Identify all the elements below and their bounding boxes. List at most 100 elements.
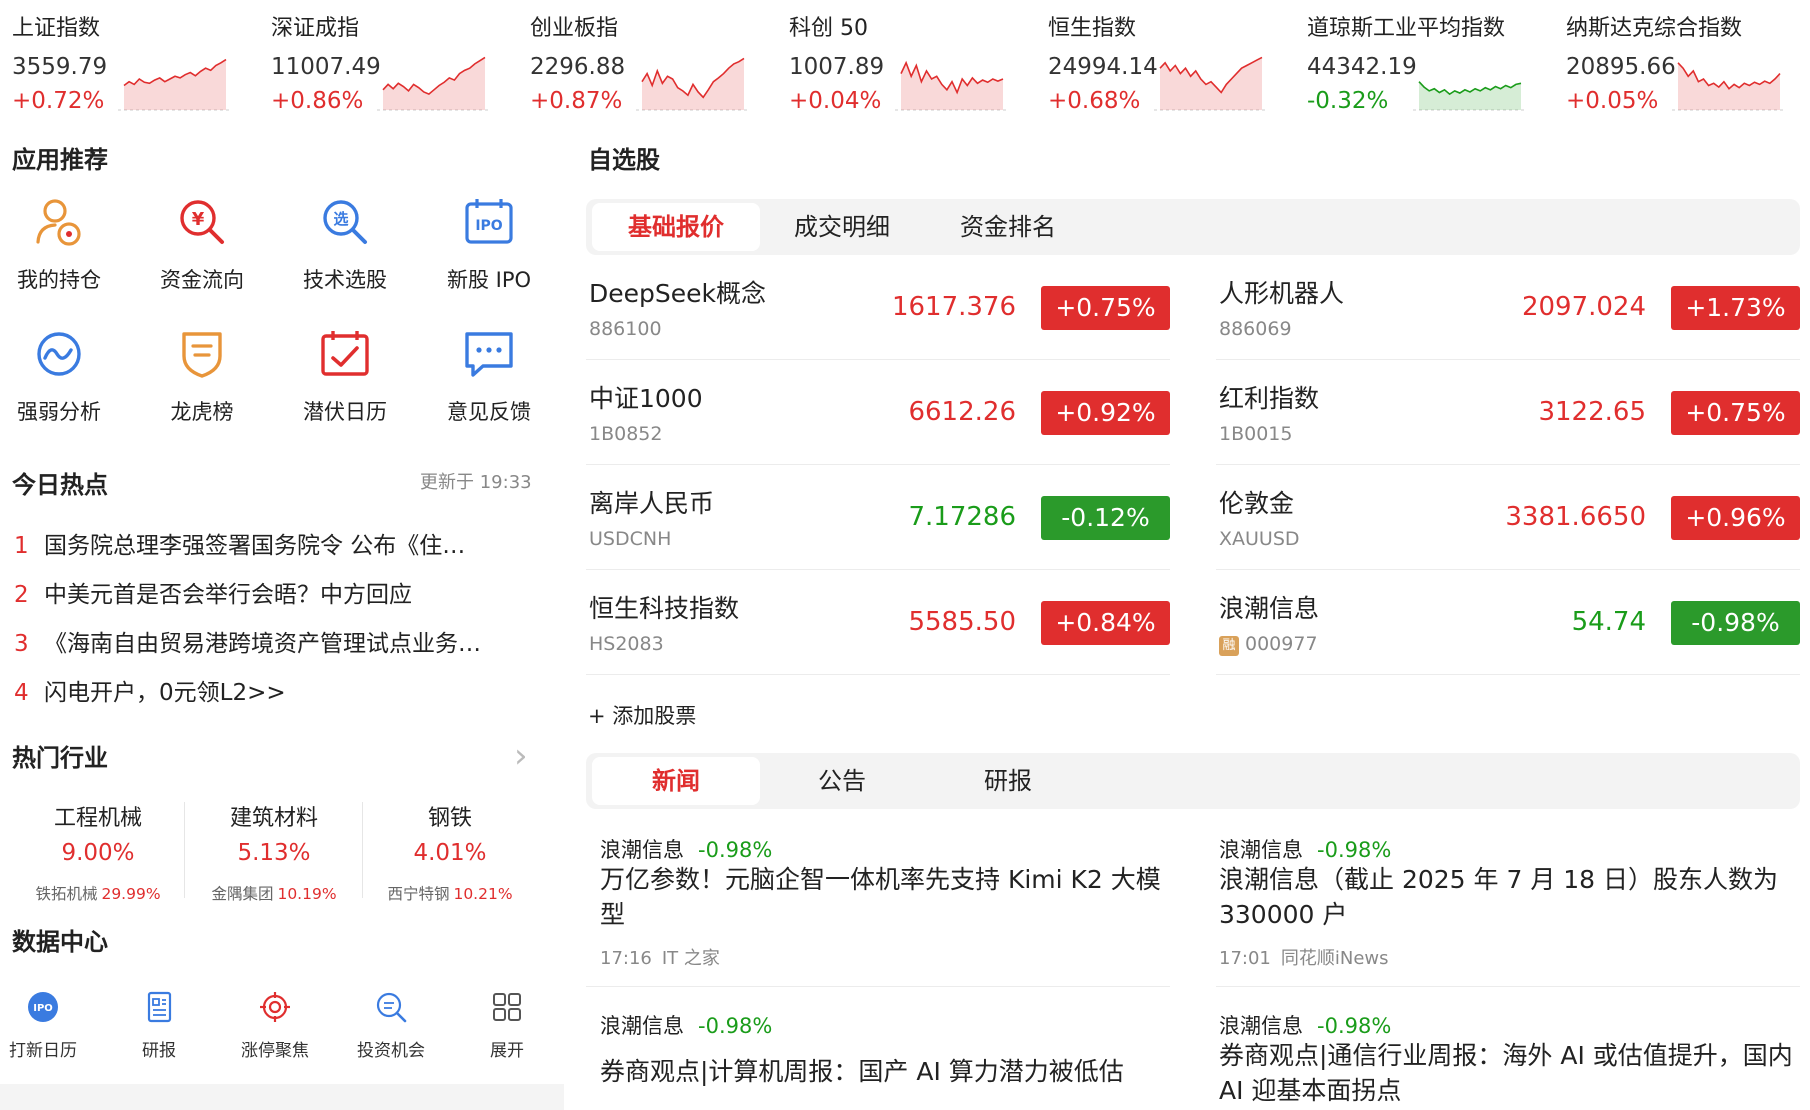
industry-name: 建筑材料 [229, 806, 318, 831]
news-divider [1216, 986, 1800, 987]
index-card-nasdaq[interactable]: 纳斯达克综合指数 20895.66 +0.05% [1554, 8, 1794, 114]
index-value: 20895.66 [1566, 54, 1676, 80]
stock-change-badge: -0.98% [1671, 601, 1800, 645]
news-item[interactable]: 浪潮信息 -0.98% 万亿参数！元脑企智一体机率先支持 Kimi K2 大模型 … [600, 834, 1180, 974]
sparkline-area [901, 62, 1003, 110]
hot-item[interactable]: 1 国务院总理李强签署国务院令 公布《住… [14, 526, 534, 570]
stock-code-text: 000977 [1245, 633, 1318, 655]
watchlist-row[interactable]: 伦敦金 XAUUSD 3381.6650 +0.96% [1216, 466, 1800, 570]
index-value: 11007.49 [271, 54, 381, 80]
news-title: 万亿参数！元脑企智一体机率先支持 Kimi K2 大模型 [600, 865, 1161, 929]
stock-name: DeepSeek概念 [589, 279, 766, 308]
feedback-icon [465, 332, 513, 377]
index-card-shanghai[interactable]: 上证指数 3559.79 +0.72% [0, 8, 240, 114]
tab-news[interactable]: 新闻 [592, 757, 760, 805]
chevron-right-icon[interactable]: › [514, 736, 528, 776]
app-feedback[interactable]: 意见反馈 [424, 326, 554, 436]
industry-name: 钢铁 [427, 806, 472, 831]
stock-name: 伦敦金 [1219, 489, 1295, 518]
tab-basic-quote[interactable]: 基础报价 [592, 203, 760, 251]
watchlist-row[interactable]: 恒生科技指数 HS2083 5585.50 +0.84% [586, 571, 1170, 675]
industries-section-title: 热门行业 [12, 744, 108, 772]
dc-research-report[interactable]: 研报 [102, 990, 212, 1070]
index-change: +0.72% [12, 88, 105, 114]
app-dragon-tiger[interactable]: 龙虎榜 [137, 326, 267, 436]
index-card-shenzhen[interactable]: 深证成指 11007.49 +0.86% [259, 8, 499, 114]
industry-card[interactable]: 工程机械 9.00% 铁拓机械 29.99% [10, 800, 186, 903]
dc-investment-opportunity[interactable]: 投资机会 [334, 990, 444, 1070]
hot-item[interactable]: 4 闪电开户，0元领L2>> [14, 673, 534, 717]
stock-picker-icon: 选 [323, 200, 367, 244]
tab-research[interactable]: 研报 [924, 757, 1092, 805]
hot-rank: 3 [14, 631, 29, 657]
tab-trade-detail[interactable]: 成交明细 [758, 203, 926, 251]
limit-up-target-icon [260, 992, 290, 1022]
news-meta: 17:01 同花顺iNews [1219, 944, 1389, 970]
industry-card[interactable]: 建筑材料 5.13% 金隅集团 10.19% [186, 800, 362, 903]
news-stock-tag: 浪潮信息 -0.98% [600, 834, 772, 864]
news-item[interactable]: 浪潮信息 -0.98% 券商观点|计算机周报：国产 AI 算力潜力被低估 [600, 1010, 1180, 1110]
index-sparkline [895, 60, 1009, 111]
leader-pct: 29.99% [101, 885, 161, 903]
index-value: 2296.88 [530, 54, 626, 80]
stock-name: 人形机器人 [1219, 279, 1345, 308]
app-label: 强弱分析 [17, 400, 101, 424]
news-stock-name: 浪潮信息 [1219, 838, 1303, 862]
hot-text: 《海南自由贸易港跨境资产管理试点业务… [44, 631, 481, 657]
app-new-ipo[interactable]: IPO 新股 IPO [424, 194, 554, 304]
dc-label: 研报 [142, 1041, 176, 1061]
news-item[interactable]: 浪潮信息 -0.98% 浪潮信息（截止 2025 年 7 月 18 日）股东人数为… [1219, 834, 1799, 974]
news-item[interactable]: 浪潮信息 -0.98% 券商观点|通信行业周报：海外 AI 或估值提升，国内 AI… [1219, 1010, 1799, 1110]
app-technical-picker[interactable]: 选 技术选股 [280, 194, 410, 304]
datacenter-section-title: 数据中心 [12, 928, 108, 956]
watchlist-row[interactable]: 中证1000 1B0852 6612.26 +0.92% [586, 361, 1170, 465]
watchlist-row[interactable]: 人形机器人 886069 2097.024 +1.73% [1216, 256, 1800, 360]
hot-item[interactable]: 2 中美元首是否会举行会晤？中方回应 [14, 575, 534, 619]
stock-code: 1B0852 [589, 423, 663, 445]
index-sparkline [1672, 62, 1786, 111]
news-stock-name: 浪潮信息 [600, 1014, 684, 1038]
index-card-dow[interactable]: 道琼斯工业平均指数 44342.19 -0.32% [1295, 8, 1535, 114]
hot-item[interactable]: 3 《海南自由贸易港跨境资产管理试点业务… [14, 624, 534, 668]
app-label: 潜伏日历 [303, 400, 387, 424]
app-capital-flow[interactable]: ¥ 资金流向 [137, 194, 267, 304]
sparkline-area [124, 59, 226, 110]
watchlist-row[interactable]: 红利指数 1B0015 3122.65 +0.75% [1216, 361, 1800, 465]
svg-text:¥: ¥ [192, 209, 205, 230]
watchlist-row[interactable]: DeepSeek概念 886100 1617.376 +0.75% [586, 256, 1170, 360]
app-lurk-calendar[interactable]: 潜伏日历 [280, 326, 410, 436]
index-strip: 上证指数 3559.79 +0.72% 深证成指 11007.49 +0.86%… [0, 0, 1810, 118]
industry-pct: 9.00% [61, 840, 135, 866]
watchlist-row[interactable]: 浪潮信息 融 000977 54.74 -0.98% [1216, 571, 1800, 675]
index-card-hangseng[interactable]: 恒生指数 24994.14 +0.68% [1036, 8, 1276, 114]
app-my-holdings[interactable]: 我的持仓 [0, 194, 124, 304]
apps-section-title: 应用推荐 [12, 146, 108, 174]
dc-limit-up-focus[interactable]: 涨停聚焦 [218, 990, 328, 1070]
dc-label: 投资机会 [357, 1041, 425, 1061]
index-name: 纳斯达克综合指数 [1566, 16, 1743, 41]
app-strength-analysis[interactable]: 强弱分析 [0, 326, 124, 436]
index-value: 1007.89 [789, 54, 885, 80]
tab-capital-rank[interactable]: 资金排名 [924, 203, 1092, 251]
margin-badge: 融 [1219, 636, 1239, 656]
stock-name: 恒生科技指数 [589, 594, 740, 623]
stock-code: 1B0015 [1219, 423, 1293, 445]
news-tabbar: 新闻 公告 研报 [586, 753, 1800, 809]
watchlist-row[interactable]: 离岸人民币 USDCNH 7.17286 -0.12% [586, 466, 1170, 570]
stock-change-badge: +1.73% [1671, 286, 1800, 330]
tab-announcements[interactable]: 公告 [758, 757, 926, 805]
dc-expand[interactable]: 展开 [450, 990, 560, 1070]
app-label: 新股 IPO [446, 268, 532, 292]
add-stock-button[interactable]: + 添加股票 [588, 700, 696, 730]
stock-code: 886100 [589, 318, 662, 340]
dc-ipo-calendar[interactable]: IPO 打新日历 [0, 990, 96, 1070]
index-card-star50[interactable]: 科创 50 1007.89 +0.04% [777, 8, 1017, 114]
index-card-chinext[interactable]: 创业板指 2296.88 +0.87% [518, 8, 758, 114]
svg-text:选: 选 [333, 210, 348, 228]
ipo-icon: IPO [465, 199, 513, 244]
news-stock-pct: -0.98% [698, 838, 773, 862]
ipo-calendar-icon: IPO [28, 992, 58, 1022]
stock-name: 离岸人民币 [589, 489, 715, 518]
industry-card[interactable]: 钢铁 4.01% 西宁特钢 10.21% [362, 800, 538, 903]
industry-leader: 铁拓机械 29.99% [10, 882, 186, 904]
